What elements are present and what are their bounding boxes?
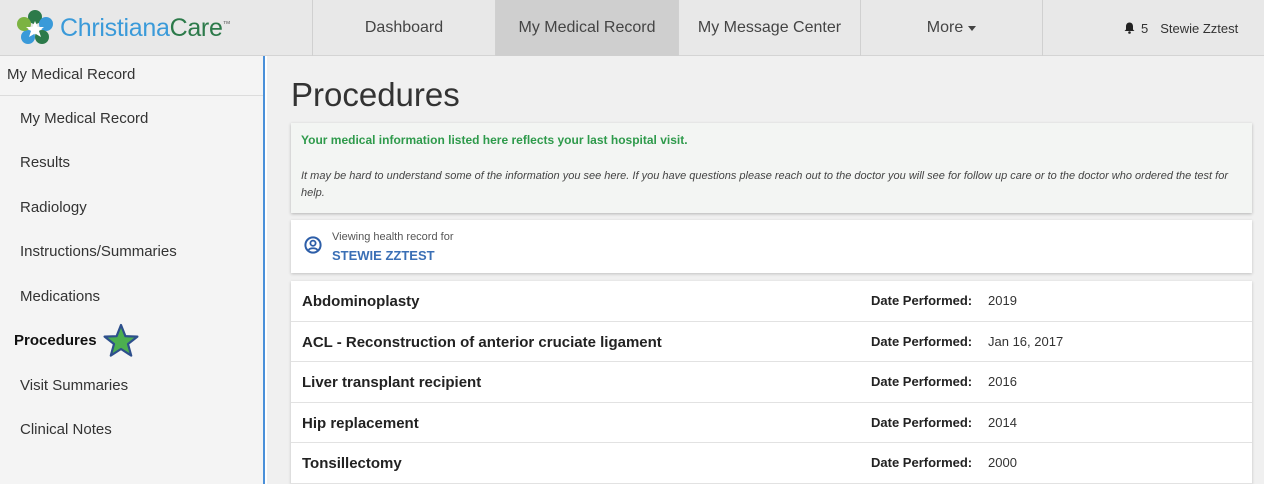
info-notice: Your medical information listed here ref… xyxy=(291,123,1252,213)
sidebar: My Medical Record My Medical Record Resu… xyxy=(0,56,265,484)
date-performed-label: Date Performed: xyxy=(871,333,973,349)
sidebar-item-visit-summaries[interactable]: Visit Summaries xyxy=(0,363,263,408)
date-performed-label: Date Performed: xyxy=(871,293,973,308)
caret-down-icon xyxy=(968,25,977,31)
page-title: Procedures xyxy=(291,76,460,113)
notifications-button[interactable]: 5 xyxy=(1124,21,1148,36)
date-performed-value: 2019 xyxy=(988,293,1017,308)
list-item[interactable]: Hip replacement Date Performed: 2014 xyxy=(291,403,1252,443)
user-area: 5 Stewie Zztest xyxy=(1042,0,1264,56)
sidebar-item-label: Results xyxy=(20,154,71,172)
date-performed-value: Jan 16, 2017 xyxy=(988,333,1064,349)
star-icon xyxy=(103,323,139,357)
sidebar-item-procedures[interactable]: Procedures xyxy=(0,319,263,364)
patient-name-link[interactable]: STEWIE ZZTEST xyxy=(332,248,435,263)
sidebar-item-label: Clinical Notes xyxy=(20,421,112,439)
nav-my-medical-record[interactable]: My Medical Record xyxy=(495,0,678,56)
nav-dashboard[interactable]: Dashboard xyxy=(312,0,495,56)
top-navbar: ChristianaCare™ Dashboard My Medical Rec… xyxy=(0,0,1264,56)
sidebar-item-label: Procedures xyxy=(14,332,97,350)
user-menu[interactable]: Stewie Zztest xyxy=(1160,21,1238,36)
sidebar-item-instructions-summaries[interactable]: Instructions/Summaries xyxy=(0,230,263,275)
christianacare-flower-icon xyxy=(17,10,53,44)
notification-count: 5 xyxy=(1141,20,1149,36)
procedures-list: Abdominoplasty Date Performed: 2019 ACL … xyxy=(291,281,1252,484)
date-performed-value: 2000 xyxy=(988,455,1017,470)
date-performed-label: Date Performed: xyxy=(871,455,973,470)
sidebar-item-label: My Medical Record xyxy=(20,109,149,127)
main-content: Procedures Your medical information list… xyxy=(267,56,1264,484)
list-item[interactable]: Tonsillectomy Date Performed: 2000 xyxy=(291,443,1252,484)
date-performed-label: Date Performed: xyxy=(871,414,973,430)
sidebar-item-label: Radiology xyxy=(20,198,87,216)
list-item[interactable]: Liver transplant recipient Date Performe… xyxy=(291,362,1252,403)
info-help-text: It may be hard to understand some of the… xyxy=(301,170,1228,199)
procedure-name: Tonsillectomy xyxy=(302,455,402,472)
brand-name: ChristianaCare™ xyxy=(60,13,231,42)
user-circle-icon xyxy=(304,236,322,254)
sidebar-item-results[interactable]: Results xyxy=(0,141,263,186)
sidebar-item-label: Visit Summaries xyxy=(20,376,129,394)
info-main-text: Your medical information listed here ref… xyxy=(301,133,688,147)
sidebar-item-label: Medications xyxy=(20,287,101,305)
sidebar-item-radiology[interactable]: Radiology xyxy=(0,185,263,230)
procedure-name: Hip replacement xyxy=(302,414,419,432)
main-nav: Dashboard My Medical Record My Message C… xyxy=(312,0,1042,56)
health-record-viewer: Viewing health record for STEWIE ZZTEST xyxy=(291,220,1252,273)
sidebar-header[interactable]: My Medical Record xyxy=(0,56,263,96)
brand-logo[interactable]: ChristianaCare™ xyxy=(14,9,244,47)
procedure-name: ACL - Reconstruction of anterior cruciat… xyxy=(302,333,662,351)
nav-my-message-center[interactable]: My Message Center xyxy=(678,0,860,56)
list-item[interactable]: ACL - Reconstruction of anterior cruciat… xyxy=(291,322,1252,362)
sidebar-item-label: Instructions/Summaries xyxy=(20,243,177,261)
date-performed-value: 2014 xyxy=(988,414,1017,430)
date-performed-value: 2016 xyxy=(988,374,1017,389)
procedure-name: Liver transplant recipient xyxy=(302,374,482,391)
sidebar-item-my-medical-record[interactable]: My Medical Record xyxy=(0,96,263,141)
sidebar-item-medications[interactable]: Medications xyxy=(0,274,263,319)
sidebar-item-clinical-notes[interactable]: Clinical Notes xyxy=(0,408,263,453)
date-performed-label: Date Performed: xyxy=(871,374,973,389)
viewer-label: Viewing health record for xyxy=(332,231,454,243)
nav-more-dropdown[interactable]: More xyxy=(860,0,1042,56)
bell-icon xyxy=(1124,22,1135,34)
list-item[interactable]: Abdominoplasty Date Performed: 2019 xyxy=(291,281,1252,322)
procedure-name: Abdominoplasty xyxy=(302,293,420,310)
